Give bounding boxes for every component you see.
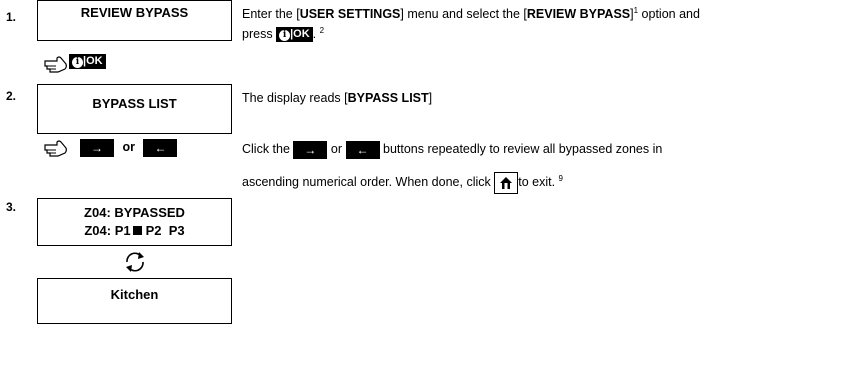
desc-text: to exit. (518, 175, 559, 190)
lcd-line: BYPASS LIST (92, 96, 177, 111)
step-description-line2: press i |OK. 2 (242, 22, 324, 43)
desc-text: ] (428, 91, 433, 105)
option-name: REVIEW BYPASS (526, 7, 631, 22)
lcd-display: BYPASS LIST (37, 84, 232, 134)
step-description: The display reads [BYPASS LIST] (242, 89, 432, 107)
hand-pointer-icon (44, 55, 70, 78)
ok-key-icon: i |OK (69, 53, 106, 71)
left-arrow-key-icon: ← (143, 139, 178, 157)
lcd-text: P2 P3 (145, 223, 185, 238)
ok-key-icon: i |OK (276, 27, 313, 43)
step-number: 2. (6, 89, 17, 103)
click-instruction: Click the → or ← buttons repeatedly to r… (242, 140, 662, 159)
desc-text: or (330, 142, 343, 156)
footnote-ref: 2 (319, 26, 325, 35)
step-number: 3. (6, 200, 17, 214)
hand-pointer-icon (44, 139, 70, 162)
right-arrow-key-icon: → (293, 140, 328, 159)
lcd-display: REVIEW BYPASS (37, 0, 232, 41)
desc-text: option and (638, 7, 700, 22)
display-name: BYPASS LIST (347, 91, 429, 105)
desc-text: press (242, 27, 273, 42)
click-instruction-line2: ascending numerical order. When done, cl… (242, 170, 563, 194)
lcd-display: Z04: BYPASSED Z04: P1 P2 P3 (37, 198, 232, 246)
step-description: Enter the [USER SETTINGS] menu and selec… (242, 2, 700, 23)
menu-name: USER SETTINGS (299, 7, 401, 22)
left-arrow-key-icon: ← (345, 140, 380, 159)
desc-text: The display reads [ (242, 91, 348, 105)
lcd-line: Kitchen (110, 287, 159, 302)
lcd-line: Z04: BYPASSED (84, 205, 185, 220)
lcd-line-partitions: Z04: P1 P2 P3 (38, 222, 231, 240)
or-label: or (122, 140, 135, 155)
selected-square-icon (132, 226, 142, 235)
cycle-arrows-icon (123, 251, 147, 278)
lcd-text: Z04: P1 (84, 223, 131, 238)
desc-text: buttons repeatedly to review all bypasse… (383, 142, 663, 156)
desc-text: ascending numerical order. When done, cl… (242, 175, 491, 190)
nav-keys: → or ← (80, 139, 178, 157)
desc-text: Click the (242, 142, 290, 156)
desc-text: Enter the [ (242, 7, 300, 22)
home-key-icon (494, 171, 519, 194)
right-arrow-key-icon: → (80, 139, 114, 157)
footnote-ref: 9 (558, 174, 563, 183)
desc-text: . (312, 27, 320, 42)
desc-text: ] menu and select the [ (400, 7, 527, 22)
lcd-display: Kitchen (37, 278, 232, 324)
step-number: 1. (6, 10, 17, 24)
lcd-line: REVIEW BYPASS (80, 5, 189, 20)
